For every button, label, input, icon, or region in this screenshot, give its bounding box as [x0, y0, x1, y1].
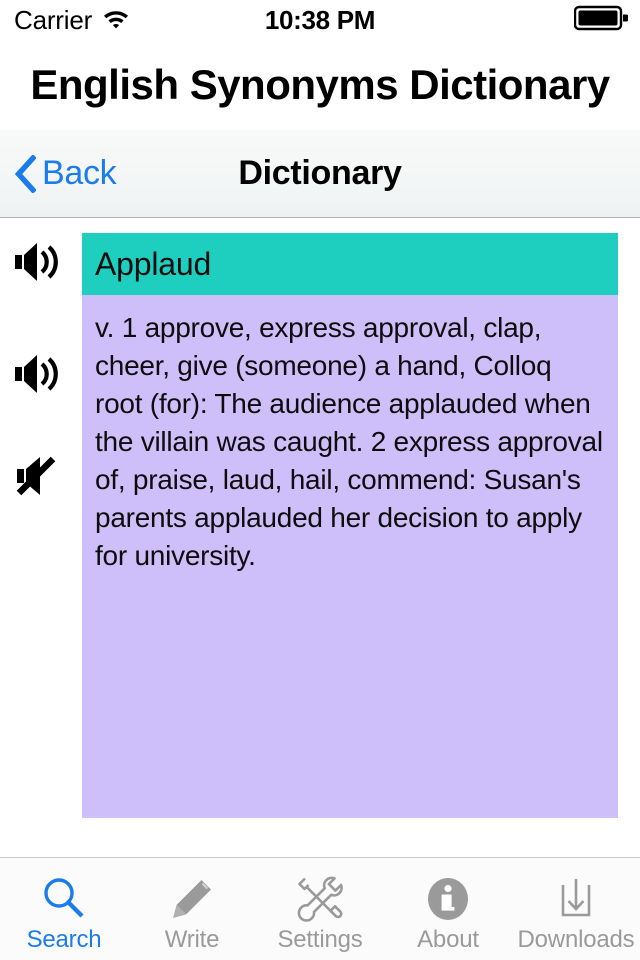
tab-write-label: Write: [164, 926, 220, 953]
tab-search[interactable]: Search: [0, 858, 128, 960]
info-circle-icon: [416, 870, 480, 928]
speaker-mute-icon: [13, 453, 65, 504]
tab-settings[interactable]: Settings: [256, 858, 384, 960]
stop-audio-button[interactable]: [8, 447, 70, 509]
entry-definition: v. 1 approve, express approval, clap, ch…: [95, 312, 603, 571]
back-button[interactable]: Back: [14, 130, 117, 217]
tab-about-label: About: [417, 926, 479, 953]
back-button-label: Back: [42, 154, 117, 192]
content-area: Applaud v. 1 approve, express approval, …: [0, 219, 640, 856]
play-definition-button[interactable]: [8, 345, 70, 407]
status-bar-center: 10:38 PM: [0, 0, 640, 40]
tab-downloads-label: Downloads: [517, 926, 635, 953]
definition-panel: v. 1 approve, express approval, clap, ch…: [82, 295, 618, 818]
tab-about[interactable]: About: [384, 858, 512, 960]
app-root: Carrier 10:38 PM English Synonyms Dictio…: [0, 0, 640, 960]
speaker-play-icon: [13, 351, 65, 402]
dictionary-entry-card: Applaud v. 1 approve, express approval, …: [82, 233, 618, 818]
status-bar-right: [573, 0, 630, 40]
audio-control-rail: [0, 219, 82, 856]
tab-search-label: Search: [26, 926, 102, 953]
clock-label: 10:38 PM: [264, 4, 376, 35]
word-header: Applaud: [82, 233, 618, 295]
app-title-bar: English Synonyms Dictionary: [0, 40, 640, 130]
speaker-play-icon: [13, 239, 65, 290]
wrench-screwdriver-icon: [288, 870, 352, 928]
chevron-left-icon: [14, 154, 36, 193]
play-word-button[interactable]: [8, 233, 70, 295]
download-tray-icon: [544, 870, 608, 928]
pencil-icon: [160, 870, 224, 928]
page-title: English Synonyms Dictionary: [30, 61, 610, 108]
battery-full-icon: [573, 5, 630, 36]
tab-settings-label: Settings: [277, 926, 363, 953]
tab-downloads[interactable]: Downloads: [512, 858, 640, 960]
status-bar: Carrier 10:38 PM: [0, 0, 640, 40]
tab-write[interactable]: Write: [128, 858, 256, 960]
tab-bar: Search Write Settings About Downloads: [0, 857, 640, 960]
magnifier-icon: [32, 870, 96, 928]
entry-word: Applaud: [95, 245, 212, 282]
navigation-bar: Back Dictionary: [0, 130, 640, 218]
